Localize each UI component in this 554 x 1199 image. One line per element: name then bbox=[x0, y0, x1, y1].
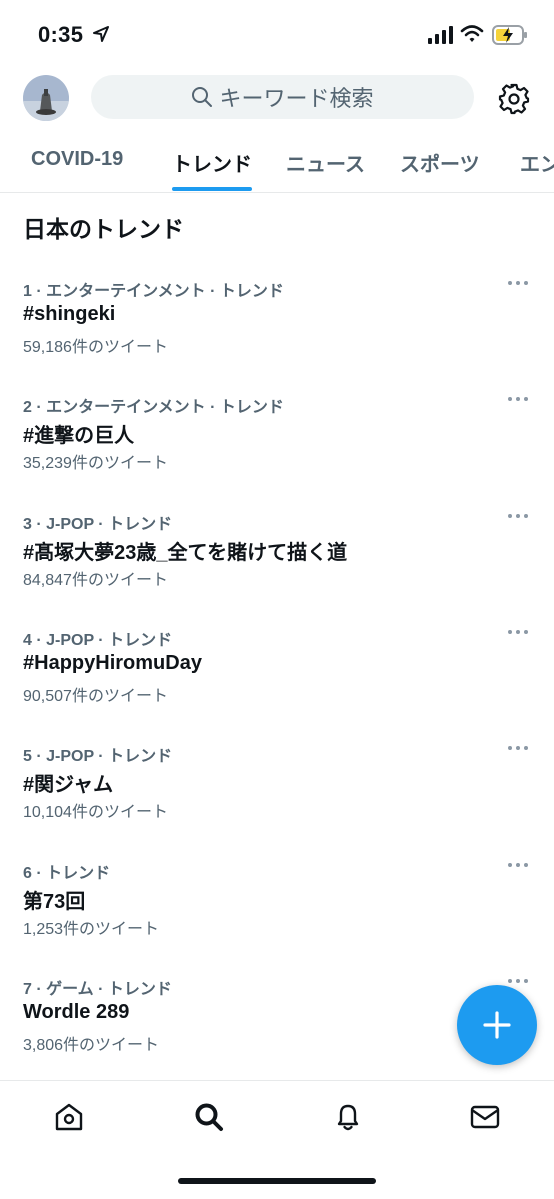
trend-count: 10,104件のツイート bbox=[23, 804, 168, 821]
trend-meta: 5 · J-POP · トレンド bbox=[23, 748, 173, 765]
trend-item[interactable]: 4 · J-POP · トレンド #HappyHiromuDay 90,507件… bbox=[0, 626, 554, 742]
avatar-image bbox=[23, 75, 69, 121]
trend-count: 1,253件のツイート bbox=[23, 921, 160, 938]
trend-count: 59,186件のツイート bbox=[23, 339, 168, 356]
home-indicator bbox=[178, 1178, 376, 1184]
avatar[interactable] bbox=[23, 75, 69, 121]
location-arrow-icon bbox=[93, 26, 109, 42]
trend-title: #関ジャム bbox=[23, 774, 114, 796]
trend-title: 第73回 bbox=[23, 891, 86, 913]
bell-icon[interactable] bbox=[332, 1101, 364, 1133]
trend-count: 3,806件のツイート bbox=[23, 1037, 160, 1054]
tab-trends[interactable]: トレンド bbox=[172, 148, 252, 177]
header: キーワード検索 bbox=[0, 70, 554, 126]
section-title: 日本のトレンド bbox=[23, 216, 184, 242]
signal-icon bbox=[428, 26, 453, 44]
trend-meta: 1 · エンターテインメント · トレンド bbox=[23, 283, 284, 300]
compose-button[interactable] bbox=[457, 985, 537, 1065]
trend-title: #HappyHiromuDay bbox=[23, 652, 202, 674]
more-icon[interactable] bbox=[506, 626, 530, 638]
tab-covid[interactable]: COVID-19 bbox=[31, 148, 123, 171]
trend-meta: 7 · ゲーム · トレンド bbox=[23, 981, 172, 998]
search-icon bbox=[192, 87, 213, 107]
trend-count: 84,847件のツイート bbox=[23, 572, 168, 589]
more-icon[interactable] bbox=[506, 859, 530, 871]
trend-count: 90,507件のツイート bbox=[23, 688, 168, 705]
battery-charging-icon bbox=[492, 25, 527, 45]
search-placeholder: キーワード検索 bbox=[219, 86, 374, 111]
tab-sports[interactable]: スポーツ bbox=[400, 148, 480, 177]
trend-meta: 4 · J-POP · トレンド bbox=[23, 632, 173, 649]
trend-title: #shingeki bbox=[23, 303, 116, 325]
search-icon[interactable] bbox=[193, 1101, 225, 1133]
plus-icon bbox=[483, 1011, 511, 1039]
trend-item[interactable]: 3 · J-POP · トレンド #髙塚大夢23歳_全てを賭けて描く道 84,8… bbox=[0, 510, 554, 626]
trend-item[interactable]: 2 · エンターテインメント · トレンド #進撃の巨人 35,239件のツイー… bbox=[0, 393, 554, 509]
more-icon[interactable] bbox=[506, 510, 530, 522]
status-time: 0:35 bbox=[38, 22, 84, 47]
trend-title: #進撃の巨人 bbox=[23, 425, 135, 447]
trend-meta: 3 · J-POP · トレンド bbox=[23, 516, 173, 533]
trend-item[interactable]: 5 · J-POP · トレンド #関ジャム 10,104件のツイート bbox=[0, 742, 554, 858]
trend-count: 35,239件のツイート bbox=[23, 455, 168, 472]
trend-title: #髙塚大夢23歳_全てを賭けて描く道 bbox=[23, 542, 348, 564]
tab-active-indicator bbox=[172, 187, 252, 191]
more-icon[interactable] bbox=[506, 393, 530, 405]
trend-meta: 6 · トレンド bbox=[23, 865, 111, 882]
mail-icon[interactable] bbox=[469, 1101, 501, 1133]
home-icon[interactable] bbox=[53, 1101, 85, 1133]
trend-title: Wordle 289 bbox=[23, 1001, 130, 1023]
tab-news[interactable]: ニュース bbox=[286, 148, 365, 177]
search-input[interactable]: キーワード検索 bbox=[91, 75, 474, 119]
tab-entertainment[interactable]: エン bbox=[520, 148, 554, 177]
more-icon[interactable] bbox=[506, 975, 530, 987]
trend-item[interactable]: 1 · エンターテインメント · トレンド #shingeki 59,186件の… bbox=[0, 277, 554, 393]
trend-item[interactable]: 6 · トレンド 第73回 1,253件のツイート bbox=[0, 859, 554, 975]
more-icon[interactable] bbox=[506, 277, 530, 289]
trend-meta: 2 · エンターテインメント · トレンド bbox=[23, 399, 284, 416]
tab-bar: COVID-19 トレンド ニュース スポーツ エン bbox=[0, 140, 554, 193]
more-icon[interactable] bbox=[506, 742, 530, 754]
status-bar: 0:35 bbox=[0, 0, 554, 64]
gear-icon[interactable] bbox=[497, 82, 531, 116]
wifi-icon bbox=[460, 25, 484, 42]
